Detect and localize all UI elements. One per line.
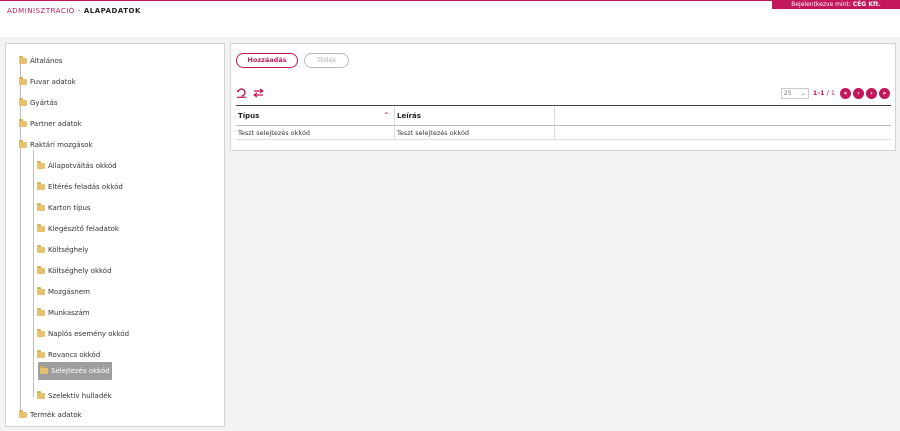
folder-icon <box>37 203 45 211</box>
tree-panel: Általános Fuvar adatok Gyártás Partner a… <box>5 43 225 427</box>
refresh-icon-svg <box>236 88 246 98</box>
refresh-icon[interactable] <box>236 88 247 101</box>
add-button[interactable]: Hozzáadás <box>236 53 298 68</box>
page-size-value: 25 <box>783 89 792 97</box>
page-size-select[interactable]: 25 ⌄ <box>780 87 809 99</box>
folder-icon <box>19 56 27 64</box>
tree-node-termek-adatok[interactable]: Termék adatok <box>19 408 82 422</box>
tree-node-kiegeszito-feladatok[interactable]: Kiegészítő feladatok <box>37 222 119 236</box>
folder-icon <box>19 77 27 85</box>
tree-node-partner-adatok[interactable]: Partner adatok <box>19 117 82 131</box>
tree-node-rovancs-okkod[interactable]: Rovancs okkód <box>37 348 100 362</box>
table-cell: Teszt selejtezés okkód <box>395 126 555 139</box>
login-prefix: Bejelentkezve mint: <box>791 1 851 8</box>
folder-icon <box>37 391 45 399</box>
tree-node-naplos-esemeny-okkod[interactable]: Naplós esemény okkód <box>37 327 129 341</box>
cell-text: Teszt selejtezés okkód <box>397 128 470 137</box>
tree-node-label: Állapotváltás okkód <box>48 162 117 170</box>
breadcrumb-separator: - <box>77 7 81 15</box>
folder-icon <box>19 410 27 418</box>
chevron-down-icon: ⌄ <box>800 89 806 97</box>
table-header: Típus ^ Leírás <box>236 106 891 126</box>
tree-node-label: Selejtezés okkód <box>51 367 110 375</box>
folder-icon <box>37 287 45 295</box>
login-user: CÉG Kft. <box>852 1 881 8</box>
login-badge[interactable]: Bejelentkezve mint: CÉG Kft. <box>772 1 900 9</box>
column-header-label: Leírás <box>397 111 421 120</box>
tree-node-altalanos[interactable]: Általános <box>19 54 62 68</box>
tree-node-label: Raktári mozgások <box>30 141 93 149</box>
tree-node-label: Kiegészítő feladatok <box>48 225 119 233</box>
swap-icon-svg <box>252 88 265 98</box>
tree-node-label: Partner adatok <box>30 120 82 128</box>
breadcrumb-section[interactable]: ADMINISZTRÁCIÓ <box>7 7 75 15</box>
next-page-icon[interactable]: › <box>866 87 877 99</box>
prev-page-icon[interactable]: ‹ <box>853 87 864 99</box>
folder-icon <box>37 224 45 232</box>
folder-icon <box>37 350 45 358</box>
tree-node-label: Mozgásnem <box>48 288 90 296</box>
tree-node-label: Fuvar adatok <box>30 78 76 86</box>
header: ADMINISZTRÁCIÓ - ALAPADATOK Bejelentkezve … <box>0 1 900 37</box>
tree-node-label: Szelektív hulladék <box>48 392 112 400</box>
cell-text: Teszt selejtezés okkód <box>238 128 311 137</box>
data-table: Típus ^ Leírás Teszt selejtezés okkód Te… <box>236 105 891 140</box>
tree-node-label: Naplós esemény okkód <box>48 330 130 338</box>
folder-icon <box>37 266 45 274</box>
last-page-icon[interactable]: » <box>879 87 890 99</box>
folder-icon <box>19 140 27 148</box>
tree-node-label: Termék adatok <box>30 411 82 419</box>
delete-button[interactable]: Törlés <box>304 53 349 68</box>
tree-root-line <box>20 60 21 416</box>
tree-node-label: Általános <box>30 57 63 65</box>
folder-icon <box>40 366 48 374</box>
first-page-icon[interactable]: « <box>840 87 851 99</box>
tree-child-line <box>33 150 34 397</box>
breadcrumb: ADMINISZTRÁCIÓ - ALAPADATOK <box>7 7 141 15</box>
tree-node-szelektiv-hulladek[interactable]: Szelektív hulladék <box>37 389 112 403</box>
content-panel: Hozzáadás Törlés 25 ⌄ 1-1 / 1 « ‹ › » Tí… <box>230 43 896 151</box>
tree-node-raktari-mozgasok[interactable]: Raktári mozgások <box>19 138 93 152</box>
tree-node-label: Költséghely okkód <box>48 267 112 275</box>
tree-node-koltseghely-okkod[interactable]: Költséghely okkód <box>37 264 112 278</box>
tree-node-fuvar-adatok[interactable]: Fuvar adatok <box>19 75 76 89</box>
folder-icon <box>19 98 27 106</box>
pager: 25 ⌄ 1-1 / 1 « ‹ › » <box>780 87 890 99</box>
breadcrumb-page: ALAPADATOK <box>83 7 141 15</box>
column-header-label: Típus <box>238 111 260 120</box>
folder-icon <box>37 329 45 337</box>
tree-node-label: Gyártás <box>30 99 58 107</box>
tree-node-allapotvaltas-okkod[interactable]: Állapotváltás okkód <box>37 159 117 173</box>
tree-node-label: Munkaszám <box>48 309 90 317</box>
page-total: / 1 <box>826 89 835 97</box>
folder-icon <box>37 161 45 169</box>
folder-icon <box>37 245 45 253</box>
folder-icon <box>37 182 45 190</box>
table-row[interactable]: Teszt selejtezés okkód Teszt selejtezés … <box>236 126 891 140</box>
table-cell: Teszt selejtezés okkód <box>236 126 395 139</box>
tree-node-elteres-feladas-okkod[interactable]: Eltérés feladás okkód <box>37 180 123 194</box>
tree-node-koltseghely[interactable]: Költséghely <box>37 243 88 257</box>
folder-icon <box>19 119 27 127</box>
tree-node-mozgasnem[interactable]: Mozgásnem <box>37 285 90 299</box>
tree-node-gyartas[interactable]: Gyártás <box>19 96 57 110</box>
tree-node-munkaszam[interactable]: Munkaszám <box>37 306 90 320</box>
column-header-tipus[interactable]: Típus ^ <box>236 106 395 125</box>
column-header-leiras[interactable]: Leírás <box>395 106 555 125</box>
tree-node-label: Eltérés feladás okkód <box>48 183 123 191</box>
tree-node-label: Karton típus <box>48 204 91 212</box>
sort-asc-icon[interactable]: ^ <box>384 112 394 119</box>
tree-node-selejtezes-okkod[interactable]: Selejtezés okkód <box>38 362 112 380</box>
tree-node-label: Költséghely <box>48 246 89 254</box>
page-info: 1-1 / 1 <box>813 89 835 97</box>
tree-node-karton-tipus[interactable]: Karton típus <box>37 201 91 215</box>
swap-icon[interactable] <box>252 88 265 101</box>
folder-icon <box>37 308 45 316</box>
tree-node-label: Rovancs okkód <box>48 351 101 359</box>
page-range: 1-1 <box>812 89 825 97</box>
